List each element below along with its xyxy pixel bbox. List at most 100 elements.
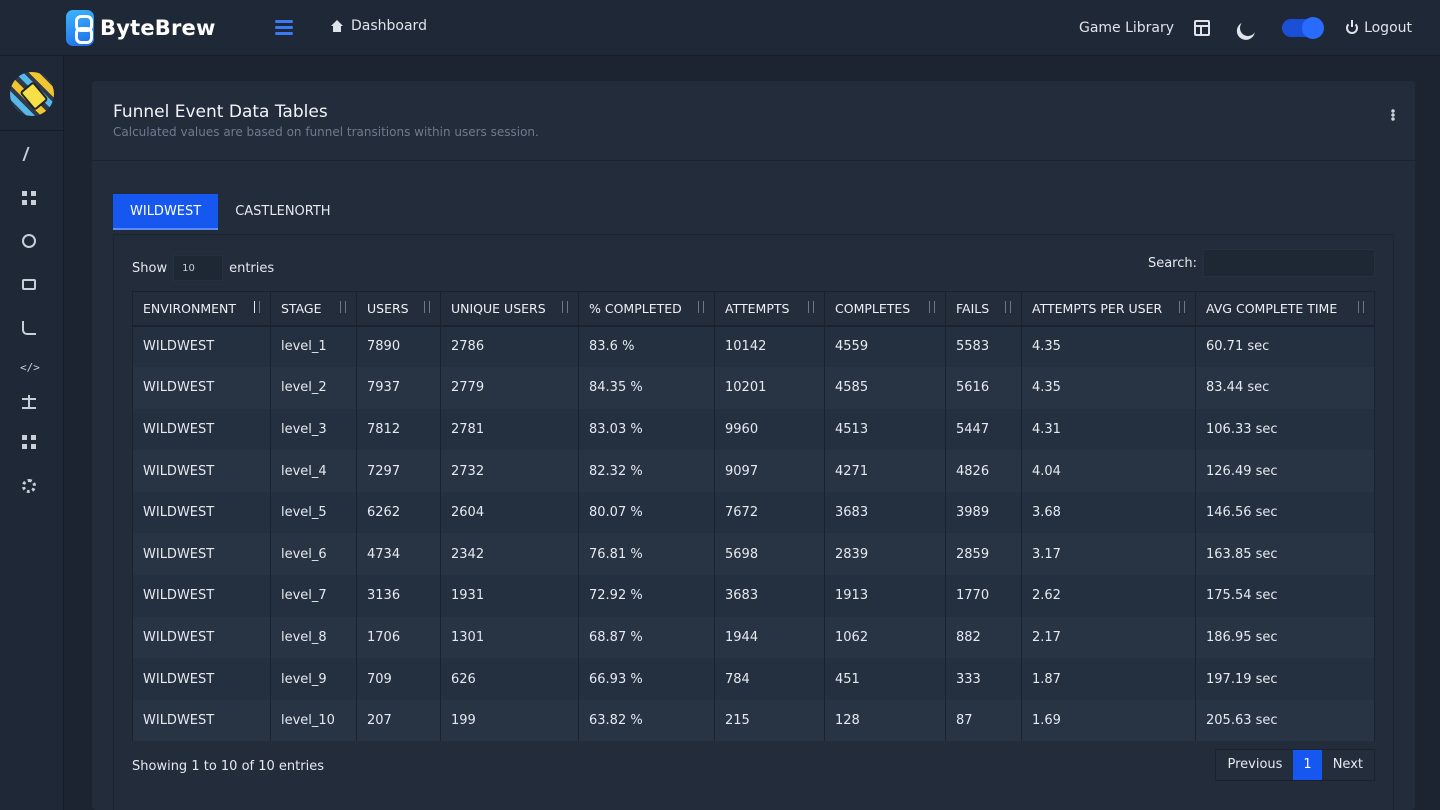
table-cell: 2.17 — [1021, 616, 1196, 659]
length-control: Show 10 entries — [132, 255, 274, 281]
table-cell: 83.44 sec — [1195, 367, 1375, 409]
table-cell: 205.63 sec — [1195, 699, 1375, 742]
power-icon — [1346, 20, 1359, 34]
table-row: WILDWEST level_9 709 626 66.93 % 784 451 333 1.8… — [132, 658, 1375, 700]
column-header[interactable]: UNIQUE USERS — [440, 291, 579, 327]
logout-button[interactable]: Logout — [1364, 20, 1412, 36]
table-row: WILDWEST level_4 7297 2732 82.32 % 9097 4271 48… — [132, 450, 1375, 492]
gear-icon[interactable] — [22, 479, 36, 493]
entries-select[interactable]: 10 — [173, 255, 224, 281]
bolt-icon[interactable] — [22, 147, 42, 161]
column-header[interactable]: ENVIRONMENT — [132, 291, 271, 327]
previous-button[interactable]: Previous — [1216, 750, 1294, 780]
table-cell: 451 — [824, 658, 946, 700]
column-header-label: AVG COMPLETE TIME — [1206, 300, 1338, 316]
table-cell: 76.81 % — [578, 533, 715, 576]
brand[interactable]: ByteBrew — [66, 10, 216, 46]
search-input[interactable] — [1203, 249, 1375, 277]
more-options-icon[interactable] — [1391, 109, 1395, 121]
sort-icon[interactable] — [338, 301, 348, 315]
table-row: WILDWEST level_3 7812 2781 83.03 % 9960 4513 54… — [132, 408, 1375, 451]
sort-icon[interactable] — [1356, 301, 1366, 315]
table-cell: 10142 — [714, 325, 825, 368]
page-1-button[interactable]: 1 — [1293, 750, 1322, 780]
table-cell: WILDWEST — [132, 658, 271, 700]
table-cell: 2342 — [440, 533, 579, 576]
table-cell: 709 — [356, 658, 441, 700]
table-cell: WILDWEST — [132, 408, 271, 451]
search-label: Search: — [1147, 255, 1197, 271]
column-header[interactable]: ATTEMPTS PER USER — [1021, 291, 1196, 327]
table-cell: 87 — [945, 699, 1022, 742]
table-cell: 2859 — [945, 533, 1022, 576]
column-header-label: USERS — [367, 300, 409, 316]
brand-name: ByteBrew — [100, 16, 216, 40]
sort-icon[interactable] — [1003, 301, 1013, 315]
tab-castlenorth[interactable]: CASTLENORTH — [218, 194, 348, 230]
sort-icon[interactable] — [252, 301, 262, 315]
moon-icon[interactable] — [1238, 18, 1259, 39]
table-cell: 197.19 sec — [1195, 658, 1375, 700]
table-cell: 784 — [714, 658, 825, 700]
table-cell: 4.35 — [1021, 325, 1196, 368]
table-cell: 3.68 — [1021, 491, 1196, 534]
table-cell: 1.69 — [1021, 699, 1196, 742]
game-library-link[interactable]: Game Library — [1079, 20, 1174, 36]
tab-wildwest[interactable]: WILDWEST — [113, 194, 219, 230]
table-cell: 72.92 % — [578, 575, 715, 617]
table-cell: 4734 — [356, 533, 441, 576]
table-cell: 5447 — [945, 408, 1022, 451]
folder-icon[interactable] — [22, 279, 36, 290]
table-cell: 1931 — [440, 575, 579, 617]
next-button[interactable]: Next — [1321, 750, 1374, 780]
theme-toggle[interactable] — [1282, 17, 1325, 39]
table-cell: 333 — [945, 658, 1022, 700]
sort-icon[interactable] — [696, 301, 706, 315]
home-icon — [331, 20, 343, 32]
search-control: Search: — [1148, 249, 1375, 277]
grid-icon[interactable] — [22, 191, 36, 205]
code-icon[interactable]: </> — [20, 361, 40, 375]
sort-icon[interactable] — [422, 301, 432, 315]
column-header[interactable]: USERS — [356, 291, 441, 327]
table-cell: level_5 — [270, 491, 357, 534]
environment-tabs: WILDWEST CASTLENORTH — [113, 194, 348, 230]
table-cell: 1706 — [356, 616, 441, 659]
table-cell: 7890 — [356, 325, 441, 368]
sort-icon[interactable] — [927, 301, 937, 315]
sort-icon[interactable] — [560, 301, 570, 315]
branch-icon[interactable] — [22, 321, 36, 335]
column-header[interactable]: % COMPLETED — [578, 291, 715, 327]
entries-label: entries — [229, 260, 275, 276]
table-cell: 4585 — [824, 367, 946, 409]
clock-icon[interactable] — [22, 234, 36, 248]
table-cell: WILDWEST — [132, 575, 271, 617]
table-cell: 4.04 — [1021, 450, 1196, 492]
table-cell: level_8 — [270, 616, 357, 659]
apps-icon[interactable] — [22, 435, 36, 449]
sort-icon[interactable] — [1177, 301, 1187, 315]
sort-icon[interactable] — [806, 301, 816, 315]
table-cell: 83.6 % — [578, 325, 715, 368]
table-cell: WILDWEST — [132, 699, 271, 742]
toggle-knob — [1302, 17, 1325, 39]
column-header[interactable]: ATTEMPTS — [714, 291, 825, 327]
table-cell: WILDWEST — [132, 367, 271, 409]
breadcrumb-dashboard: Dashboard — [351, 18, 427, 34]
table-cell: WILDWEST — [132, 616, 271, 659]
table-cell: 66.93 % — [578, 658, 715, 700]
table-cell: 3683 — [714, 575, 825, 617]
column-header[interactable]: STAGE — [270, 291, 357, 327]
column-header[interactable]: COMPLETES — [824, 291, 946, 327]
column-header[interactable]: FAILS — [945, 291, 1022, 327]
breadcrumb[interactable]: Dashboard — [331, 18, 427, 34]
table-cell: 128 — [824, 699, 946, 742]
table-body: WILDWEST level_1 7890 2786 83.6 % 10142 4559 55… — [132, 325, 1375, 742]
column-header[interactable]: AVG COMPLETE TIME — [1195, 291, 1375, 327]
game-avatar[interactable] — [10, 72, 54, 116]
menu-toggle-icon[interactable] — [275, 20, 293, 35]
table-cell: 84.35 % — [578, 367, 715, 409]
layout-icon[interactable] — [1194, 20, 1211, 36]
scale-icon[interactable] — [22, 395, 36, 409]
table-info: Showing 1 to 10 of 10 entries — [132, 759, 324, 774]
